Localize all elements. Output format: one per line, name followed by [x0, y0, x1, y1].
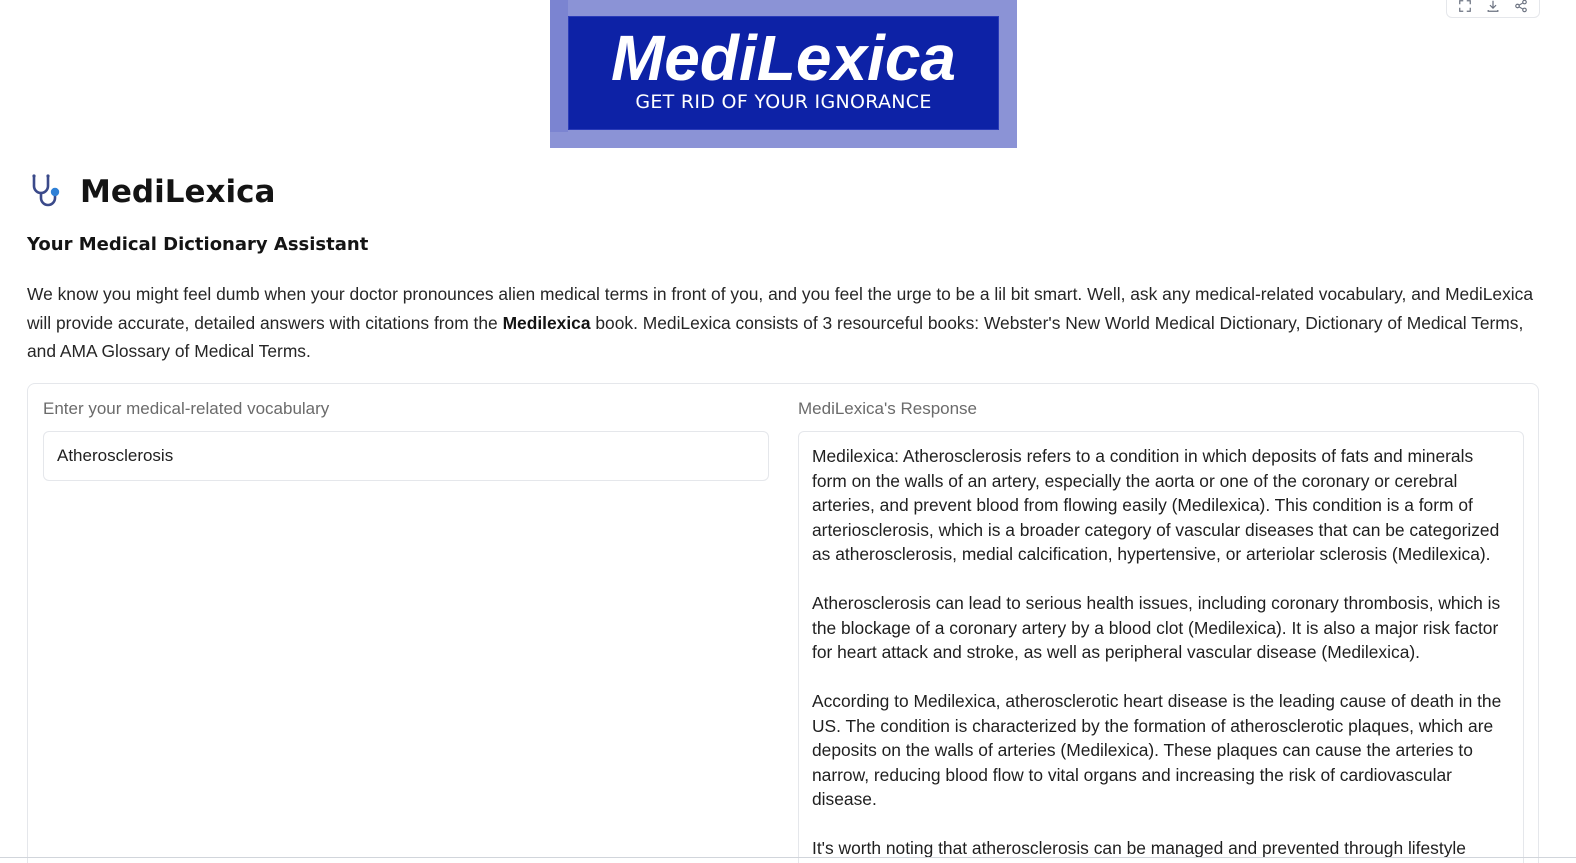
app-page: MediLexica GET RID OF YOUR IGNORANCE Med…: [0, 0, 1576, 863]
response-label: MediLexica's Response: [798, 399, 978, 418]
download-icon[interactable]: [1479, 0, 1507, 17]
image-toolbar: [1446, 0, 1540, 18]
app-description: We know you might feel dumb when your do…: [27, 280, 1547, 366]
fullscreen-icon[interactable]: [1451, 0, 1479, 17]
description-bold: Medilexica: [502, 312, 591, 333]
vocabulary-input[interactable]: [43, 431, 769, 481]
logo-title: MediLexica: [610, 22, 957, 94]
logo-banner: MediLexica GET RID OF YOUR IGNORANCE: [550, 0, 1017, 148]
page-title: MediLexica: [80, 174, 276, 210]
response-paragraph: Medilexica: Atherosclerosis refers to a …: [812, 446, 1500, 564]
response-paragraph: According to Medilexica, atherosclerotic…: [812, 691, 1502, 809]
stethoscope-icon: [32, 174, 60, 207]
divider: [0, 857, 1576, 858]
logo-box: MediLexica GET RID OF YOUR IGNORANCE: [568, 16, 999, 130]
share-icon[interactable]: [1507, 0, 1535, 17]
response-output[interactable]: Medilexica: Atherosclerosis refers to a …: [798, 431, 1524, 863]
query-panel: Enter your medical-related vocabulary Me…: [27, 383, 1539, 863]
page-subtitle: Your Medical Dictionary Assistant: [27, 234, 369, 255]
logo-shadow-edge: [550, 0, 568, 132]
response-paragraph: Atherosclerosis can lead to serious heal…: [812, 593, 1501, 662]
title-row: MediLexica: [28, 172, 275, 212]
input-label: Enter your medical-related vocabulary: [43, 399, 330, 418]
logo-tagline: GET RID OF YOUR IGNORANCE: [635, 91, 932, 113]
